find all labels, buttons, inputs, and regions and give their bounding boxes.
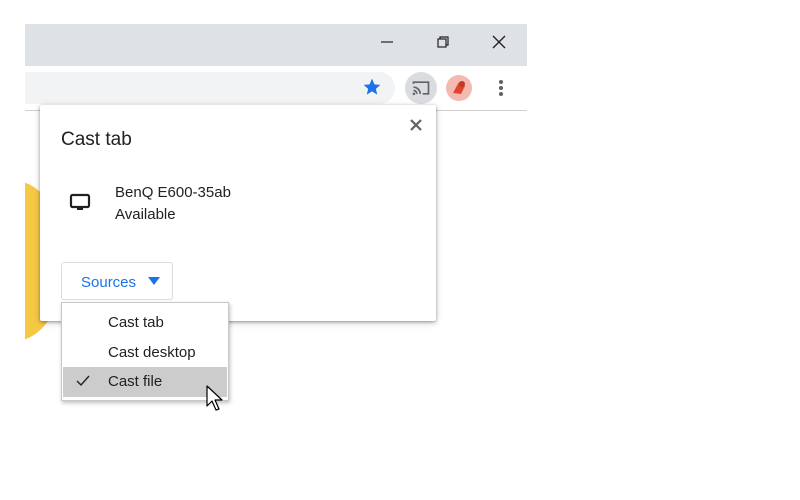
menu-item-cast-desktop[interactable]: Cast desktop [63, 338, 227, 368]
cast-sink-item[interactable]: BenQ E600-35ab Available [60, 181, 420, 229]
restore-icon [437, 36, 449, 48]
sink-status: Available [115, 206, 176, 223]
dialog-title: Cast tab [61, 129, 132, 150]
mouse-pointer-icon [206, 385, 223, 411]
chrome-menu-button[interactable] [491, 72, 511, 104]
menu-item-cast-file[interactable]: Cast file [63, 367, 227, 397]
menu-item-label: Cast file [108, 373, 163, 390]
menu-item-label: Cast tab [108, 314, 164, 331]
address-bar[interactable] [25, 72, 395, 104]
close-window-button[interactable] [471, 24, 527, 60]
extension-icon [446, 75, 472, 101]
close-icon [410, 119, 422, 131]
cast-icon [412, 81, 430, 96]
sink-name: BenQ E600-35ab [115, 184, 231, 201]
menu-item-label: Cast desktop [108, 344, 196, 361]
sources-button-label: Sources [81, 274, 137, 291]
minimize-button[interactable] [359, 24, 415, 60]
checkmark-icon [76, 375, 90, 387]
screen: Cast tab BenQ E600-35ab Available Source… [0, 0, 800, 500]
star-icon [363, 78, 381, 95]
restore-button[interactable] [415, 24, 471, 60]
caret-down-icon [148, 277, 160, 285]
dialog-close-button[interactable] [406, 115, 426, 135]
extension-button[interactable] [445, 74, 473, 102]
sources-button[interactable]: Sources [61, 262, 173, 300]
sources-menu: Cast tab Cast desktop Cast file [61, 302, 229, 401]
bookmark-star-button[interactable] [361, 76, 383, 98]
browser-titlebar [25, 24, 527, 66]
menu-item-cast-tab[interactable]: Cast tab [63, 308, 227, 338]
cast-dialog: Cast tab BenQ E600-35ab Available Source… [40, 105, 436, 321]
minimize-icon [381, 41, 393, 43]
close-icon [492, 35, 506, 49]
cast-button[interactable] [405, 72, 437, 104]
monitor-icon [69, 193, 91, 210]
more-vert-icon [499, 80, 503, 96]
